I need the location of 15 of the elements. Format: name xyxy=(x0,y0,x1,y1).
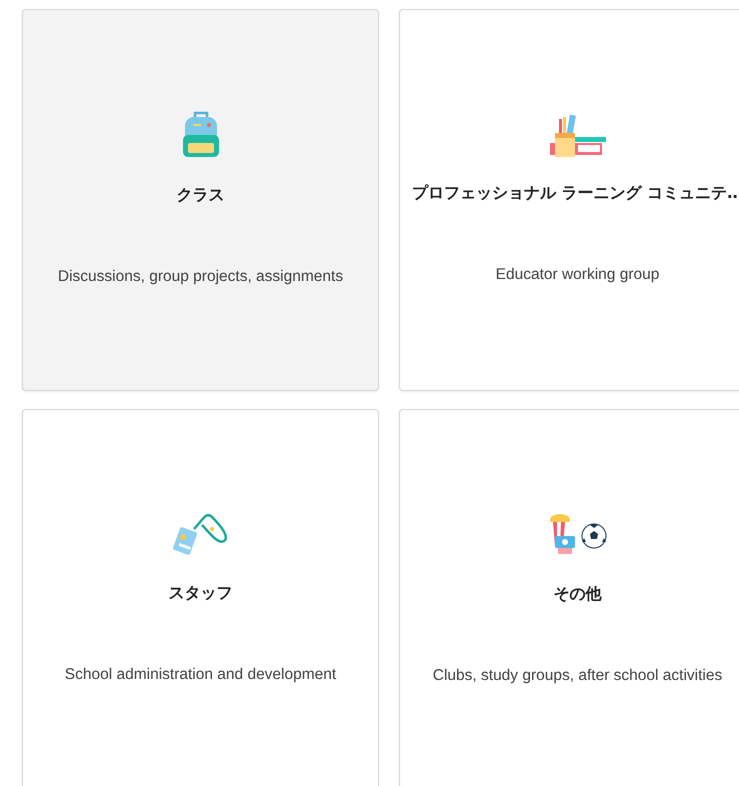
team-type-card[interactable]: プロフェッショナル ラーニング コミュニテ… Educator working group xyxy=(399,9,739,391)
card-description: Discussions, group projects, assignments xyxy=(58,266,344,286)
id-badge-lanyard-icon xyxy=(172,512,230,556)
card-description: School administration and development xyxy=(64,664,336,684)
card-title: クラス xyxy=(176,184,224,206)
pencil-cup-and-books-icon xyxy=(550,112,606,156)
backpack-icon xyxy=(180,110,220,158)
card-title: プロフェッショナル ラーニング コミュニテ… xyxy=(412,182,739,204)
team-type-card[interactable]: スタッフ School administration and development xyxy=(22,409,379,786)
card-description: Educator working group xyxy=(496,264,660,284)
card-description: Clubs, study groups, after school activities xyxy=(432,666,722,686)
card-title: その他 xyxy=(554,584,602,604)
card-title: スタッフ xyxy=(168,582,232,604)
team-type-card[interactable]: クラス Discussions, group projects, assignments xyxy=(22,9,379,391)
team-type-card[interactable]: その他 Clubs, study groups, after school activities xyxy=(399,409,739,786)
